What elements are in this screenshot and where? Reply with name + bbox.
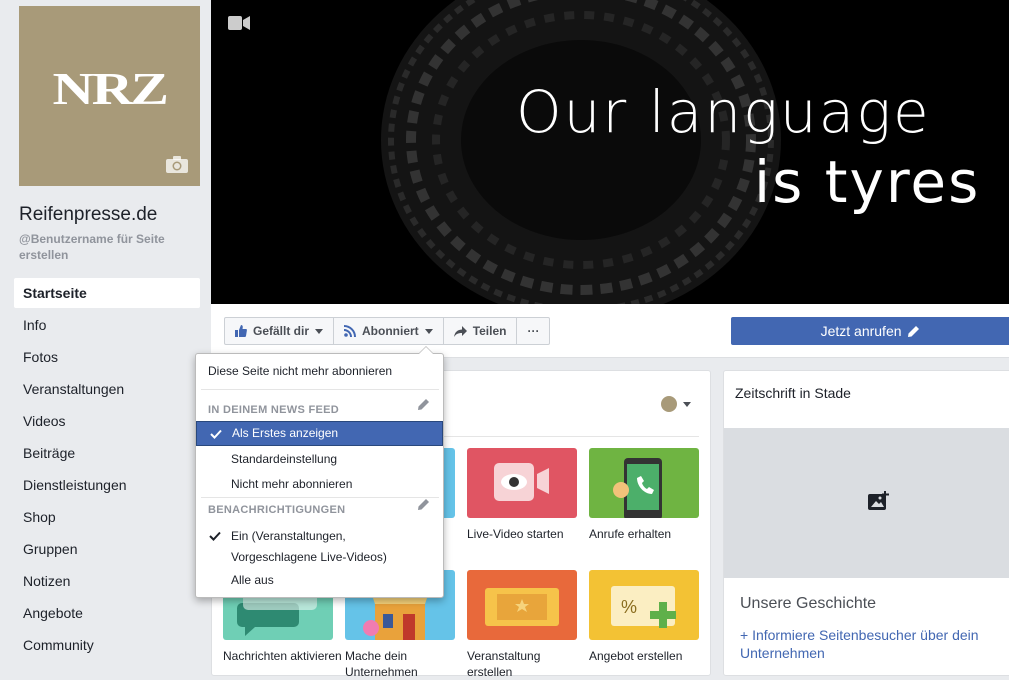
cover-text-line2: is tyres — [754, 148, 981, 216]
calls-label: Anrufe erhalten — [589, 527, 672, 541]
notifications-heading: BENACHRICHTIGUNGEN — [208, 504, 346, 516]
chevron-down-icon — [315, 328, 324, 334]
share-label: Teilen — [472, 324, 507, 338]
messages-label: Nachrichten aktivieren — [223, 649, 342, 663]
pencil-icon[interactable] — [418, 399, 429, 410]
offer-tile[interactable]: % — [589, 570, 699, 640]
phone-icon — [589, 448, 699, 518]
create-username-link[interactable]: @Benutzername für Seite erstellen — [19, 231, 204, 263]
event-tile[interactable] — [467, 570, 577, 640]
live-video-label: Live-Video starten — [467, 527, 564, 541]
nav-item-beitraege[interactable]: Beiträge — [14, 438, 200, 470]
default-option[interactable]: Standardeinstellung — [196, 452, 443, 466]
call-now-label: Jetzt anrufen — [820, 323, 902, 339]
checkmark-icon — [209, 531, 221, 541]
event-label: Veranstaltung erstellen — [467, 649, 541, 679]
sidebar: NRZ Reifenpresse.de @Benutzername für Se… — [0, 0, 210, 676]
offer-coupon-icon: % — [589, 570, 699, 640]
camera-icon[interactable] — [165, 156, 189, 174]
page-category: Zeitschrift in Stade — [735, 385, 851, 401]
share-arrow-icon — [453, 325, 467, 337]
page-title[interactable]: Reifenpresse.de — [19, 204, 157, 226]
nav-item-dienstleistungen[interactable]: Dienstleistungen — [14, 470, 200, 502]
cover-text-line1: Our language — [516, 78, 931, 146]
nav-item-veranstaltungen[interactable]: Veranstaltungen — [14, 374, 200, 406]
nav-item-angebote[interactable]: Angebote — [14, 598, 200, 630]
live-video-tile[interactable] — [467, 448, 577, 518]
business-label: Mache dein Unternehmen — [345, 649, 418, 679]
page-nav: Startseite Info Fotos Veranstaltungen Vi… — [14, 278, 200, 662]
add-story-link[interactable]: + Informiere Seitenbesucher über dein Un… — [740, 626, 1005, 662]
page-avatar-small[interactable] — [661, 396, 677, 412]
share-button[interactable]: Teilen — [444, 318, 518, 344]
offer-label: Angebot erstellen — [589, 649, 683, 663]
nav-item-videos[interactable]: Videos — [14, 406, 200, 438]
rss-icon — [344, 325, 357, 337]
more-options-button[interactable]: ··· — [517, 318, 549, 344]
show-first-option[interactable]: Als Erstes anzeigen — [196, 421, 443, 446]
page-action-bar: Gefällt dir Abonniert Teilen ··· Jetzt a… — [211, 304, 1009, 358]
action-button-group: Gefällt dir Abonniert Teilen ··· — [224, 317, 551, 345]
profile-picture[interactable]: NRZ — [19, 6, 200, 186]
nav-item-shop[interactable]: Shop — [14, 502, 200, 534]
unfollow-page-item[interactable]: Diese Seite nicht mehr abonnieren — [196, 364, 443, 378]
pencil-icon[interactable] — [908, 326, 920, 337]
svg-text:%: % — [621, 597, 637, 617]
like-button[interactable]: Gefällt dir — [225, 318, 335, 344]
follow-label: Abonniert — [362, 324, 419, 338]
chevron-down-icon[interactable] — [683, 402, 691, 407]
calls-tile[interactable] — [589, 448, 699, 518]
like-label: Gefällt dir — [253, 324, 310, 338]
nav-item-fotos[interactable]: Fotos — [14, 342, 200, 374]
pencil-icon[interactable] — [418, 499, 429, 510]
unfollow-option[interactable]: Nicht mehr abonnieren — [196, 477, 443, 491]
nav-item-info[interactable]: Info — [14, 310, 200, 342]
notifications-off-option[interactable]: Alle aus — [196, 573, 443, 587]
notifications-on-option[interactable]: Ein (Veranstaltungen, Vorgeschlagene Liv… — [196, 526, 443, 568]
nav-item-startseite[interactable]: Startseite — [14, 278, 200, 308]
divider — [201, 389, 439, 390]
live-video-icon — [467, 448, 577, 518]
add-photo-icon[interactable] — [868, 491, 890, 511]
thumbs-up-icon — [235, 325, 247, 337]
newsfeed-heading: IN DEINEM NEWS FEED — [208, 404, 339, 416]
checkmark-icon — [210, 429, 222, 439]
ellipsis-icon: ··· — [527, 324, 540, 338]
story-photo-placeholder[interactable] — [724, 428, 1009, 578]
chevron-down-icon — [424, 328, 433, 334]
nrz-logo: NRZ — [52, 63, 169, 114]
follow-dropdown-menu: Diese Seite nicht mehr abonnieren IN DEI… — [195, 346, 444, 598]
divider — [444, 436, 699, 437]
follow-button[interactable]: Abonniert — [334, 318, 444, 344]
story-title: Unsere Geschichte — [740, 595, 877, 612]
ticket-icon — [467, 570, 577, 640]
nav-item-gruppen[interactable]: Gruppen — [14, 534, 200, 566]
nav-item-notizen[interactable]: Notizen — [14, 566, 200, 598]
call-now-button[interactable]: Jetzt anrufen — [731, 317, 1009, 345]
nav-item-community[interactable]: Community — [14, 630, 200, 662]
about-panel: Zeitschrift in Stade Unsere Geschichte +… — [723, 370, 1009, 676]
video-camera-icon — [228, 16, 250, 30]
cover-video[interactable]: Our language is tyres — [211, 0, 1009, 304]
divider — [201, 497, 439, 498]
